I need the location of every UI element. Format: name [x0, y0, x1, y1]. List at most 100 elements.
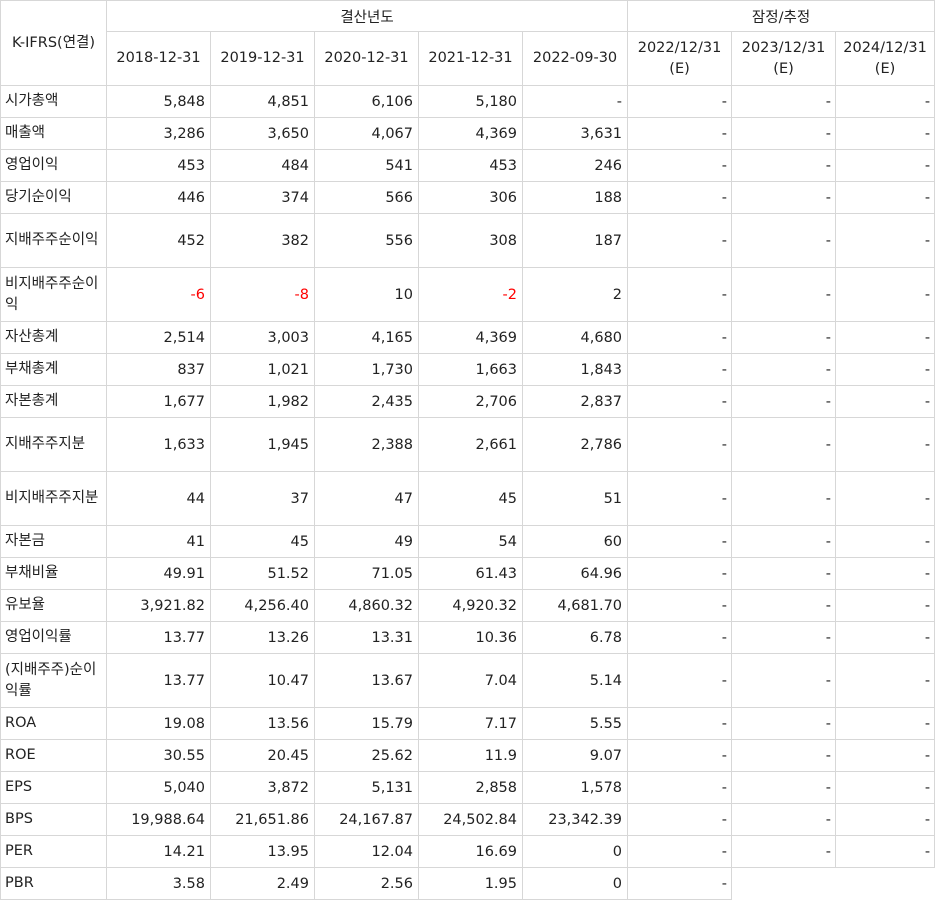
value-cell: 4,256.40: [210, 589, 315, 622]
value-cell: 41: [106, 525, 211, 558]
estimate-cell: -: [627, 653, 733, 708]
value-cell: 3.58: [106, 867, 211, 900]
estimate-cell: -: [835, 557, 936, 590]
row-label: 영업이익률: [0, 621, 107, 654]
actual-group-header: 결산년도: [105, 0, 629, 32]
value-cell: 19,988.64: [106, 803, 211, 836]
value-cell: 4,680: [521, 321, 629, 354]
value-cell: 837: [106, 353, 211, 386]
estimate-cell: -: [731, 213, 837, 268]
estimate-year-header: 2022/12/31 (E): [627, 31, 733, 86]
estimate-cell: -: [731, 417, 837, 472]
value-cell: 1,021: [210, 353, 315, 386]
value-cell: 1,982: [210, 385, 315, 418]
value-cell: 484: [210, 149, 315, 182]
table-row: PER 14.21 13.95 12.04 16.69 0- - -: [0, 835, 936, 868]
estimate-cell: -: [731, 149, 837, 182]
value-cell: 1,633: [106, 417, 211, 472]
year-header: 2019-12-31: [210, 31, 315, 86]
table-row: (지배주주)순이익률 13.77 10.47 13.67 7.04 5.14- - -: [0, 653, 936, 708]
year-header: 2018-12-31: [106, 31, 211, 86]
value-cell: 61.43: [418, 557, 523, 590]
value-cell: 9.07: [521, 739, 629, 772]
value-cell: 45: [210, 525, 315, 558]
value-cell: 5.14: [521, 653, 629, 708]
value-cell: 44: [106, 471, 211, 526]
value-cell: 13.31: [314, 621, 419, 654]
estimate-cell: -: [627, 385, 733, 418]
estimate-cell: -: [731, 803, 837, 836]
table-row: 자본금 41 45 49 54 60- - -: [0, 525, 936, 558]
estimate-cell: -: [731, 353, 837, 386]
value-cell: 51.52: [210, 557, 315, 590]
value-cell: 21,651.86: [210, 803, 315, 836]
estimate-year-header: 2023/12/31 (E): [731, 31, 837, 86]
value-cell: -2: [418, 267, 523, 322]
table-row: 부채비율 49.91 51.52 71.05 61.43 64.96- - -: [0, 557, 936, 590]
value-cell: 2,786: [521, 417, 629, 472]
table-row: BPS 19,988.64 21,651.86 24,167.87 24,502.84 2…: [0, 803, 936, 836]
value-cell: 3,003: [210, 321, 315, 354]
row-label: (지배주주)순이익률: [0, 653, 107, 708]
estimate-cell: -: [627, 267, 733, 322]
row-label: 부채비율: [0, 557, 107, 590]
estimate-cell: -: [627, 739, 733, 772]
value-cell: 13.26: [210, 621, 315, 654]
value-cell: 541: [314, 149, 419, 182]
estimate-cell: -: [835, 803, 936, 836]
value-cell: 49: [314, 525, 419, 558]
row-label: EPS: [0, 771, 107, 804]
value-cell: 13.95: [210, 835, 315, 868]
row-label: 자본금: [0, 525, 107, 558]
estimate-cell: -: [835, 771, 936, 804]
value-cell: 5,180: [418, 85, 523, 118]
estimate-cell: -: [835, 321, 936, 354]
row-label: 지배주주순이익: [0, 213, 107, 268]
estimate-cell: -: [835, 707, 936, 740]
row-label: 비지배주주지분: [0, 471, 107, 526]
estimate-cell: -: [731, 653, 837, 708]
value-cell: 5,848: [106, 85, 211, 118]
value-cell: 10.47: [210, 653, 315, 708]
year-header: 2021-12-31: [418, 31, 523, 86]
value-cell: 23,342.39: [521, 803, 629, 836]
value-cell: 556: [314, 213, 419, 268]
estimate-cell: -: [627, 85, 733, 118]
estimate-cell: -: [731, 621, 837, 654]
value-cell: 0: [521, 867, 629, 900]
row-label: 부채총계: [0, 353, 107, 386]
value-cell: 24,167.87: [314, 803, 419, 836]
value-cell: 3,650: [210, 117, 315, 150]
row-label: PBR: [0, 867, 107, 900]
estimate-cell: -: [835, 739, 936, 772]
value-cell: 12.04: [314, 835, 419, 868]
value-cell: 2.49: [210, 867, 315, 900]
table-row: 매출액 3,286 3,650 4,067 4,369 3,631- - -: [0, 117, 936, 150]
value-cell: 453: [106, 149, 211, 182]
value-cell: 7.17: [418, 707, 523, 740]
estimate-cell: -: [835, 85, 936, 118]
value-cell: 13.77: [106, 653, 211, 708]
value-cell: 49.91: [106, 557, 211, 590]
value-cell: 10.36: [418, 621, 523, 654]
value-cell: 71.05: [314, 557, 419, 590]
value-cell: 7.04: [418, 653, 523, 708]
value-cell: 446: [106, 181, 211, 214]
estimate-cell: -: [627, 867, 733, 900]
estimate-cell: -: [835, 267, 936, 322]
estimate-cell: -: [731, 589, 837, 622]
value-cell: 4,851: [210, 85, 315, 118]
value-cell: 4,860.32: [314, 589, 419, 622]
estimate-cell: -: [731, 471, 837, 526]
estimate-cell: -: [627, 353, 733, 386]
table-row: 영업이익률 13.77 13.26 13.31 10.36 6.78- - -: [0, 621, 936, 654]
value-cell: 13.67: [314, 653, 419, 708]
table-row: 자본총계 1,677 1,982 2,435 2,706 2,837- - -: [0, 385, 936, 418]
table-row: 지배주주순이익 452 382 556 308 187- - -: [0, 213, 936, 268]
row-label: 시가총액: [0, 85, 107, 118]
estimate-cell: -: [835, 417, 936, 472]
table-row: PBR 3.58 2.49 2.56 1.95 0-: [0, 867, 935, 900]
value-cell: 60: [521, 525, 629, 558]
value-cell: 47: [314, 471, 419, 526]
value-cell: 45: [418, 471, 523, 526]
